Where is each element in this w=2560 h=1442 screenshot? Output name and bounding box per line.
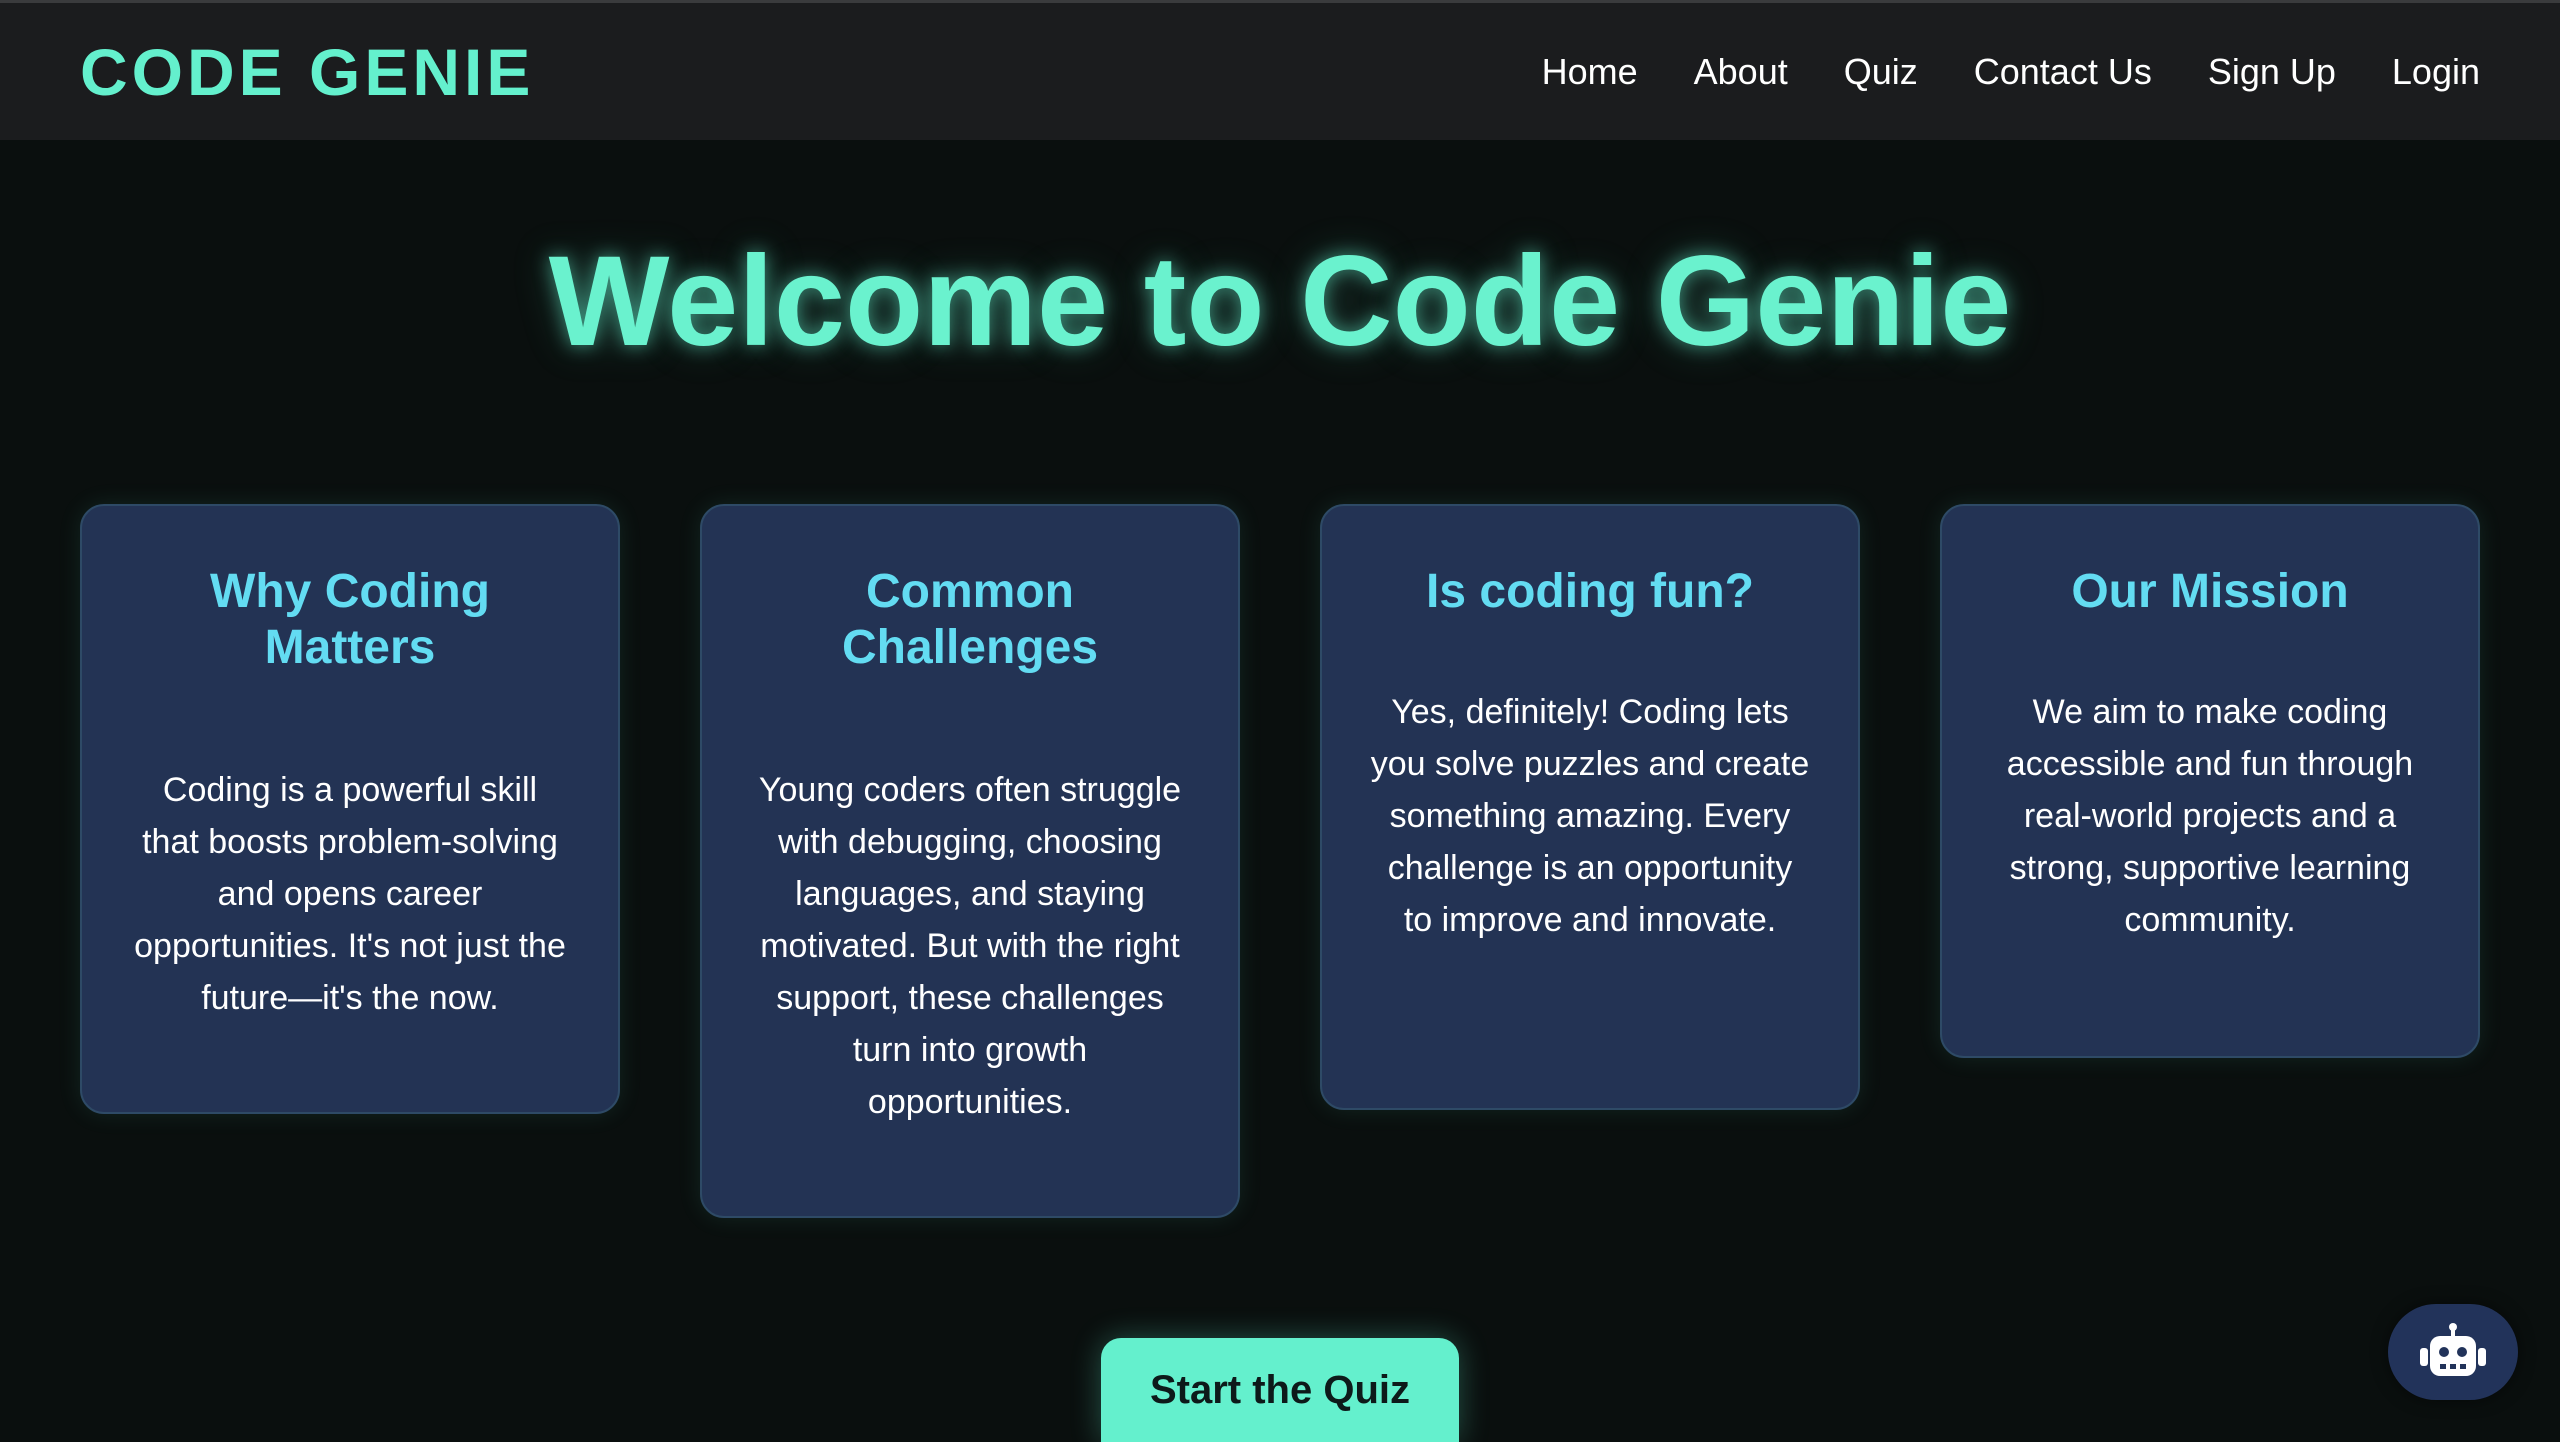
nav-login-link[interactable]: Login <box>2392 51 2480 93</box>
card-title: Common Challenges <box>841 565 1099 674</box>
card-our-mission: Our Mission We aim to make coding access… <box>1940 504 2480 1058</box>
top-navbar: CODE GENIE Home About Quiz Contact Us Si… <box>0 0 2560 140</box>
card-title: Why Coding Matters <box>210 565 490 674</box>
nav-about-link[interactable]: About <box>1694 51 1788 93</box>
nav-signup-link[interactable]: Sign Up <box>2208 51 2336 93</box>
nav-home-link[interactable]: Home <box>1542 51 1638 93</box>
site-logo[interactable]: CODE GENIE <box>80 34 534 110</box>
card-text: We aim to make coding accessible and fun… <box>2006 693 2414 939</box>
card-why-coding-matters: Why Coding Matters Coding is a powerful … <box>80 504 620 1114</box>
info-cards: Why Coding Matters Coding is a powerful … <box>80 504 2480 1218</box>
nav-quiz-link[interactable]: Quiz <box>1844 51 1918 93</box>
chatbot-button[interactable] <box>2388 1304 2518 1400</box>
card-text: Young coders often struggle with debuggi… <box>758 771 1182 1121</box>
start-quiz-button[interactable]: Start the Quiz <box>1101 1338 1459 1442</box>
card-text: Coding is a powerful skill that boosts p… <box>134 771 566 1017</box>
main-nav: Home About Quiz Contact Us Sign Up Login <box>1542 51 2480 93</box>
card-text: Yes, definitely! Coding lets you solve p… <box>1370 693 1810 939</box>
card-title: Our Mission <box>2071 565 2349 618</box>
nav-contact-link[interactable]: Contact Us <box>1974 51 2152 93</box>
page: CODE GENIE Home About Quiz Contact Us Si… <box>0 0 2560 1442</box>
card-common-challenges: Common Challenges Young coders often str… <box>700 504 1240 1218</box>
robot-icon <box>2420 1323 2486 1376</box>
hero-title: Welcome to Code Genie <box>548 230 2012 373</box>
card-is-coding-fun: Is coding fun? Yes, definitely! Coding l… <box>1320 504 1860 1110</box>
card-title: Is coding fun? <box>1426 565 1754 618</box>
